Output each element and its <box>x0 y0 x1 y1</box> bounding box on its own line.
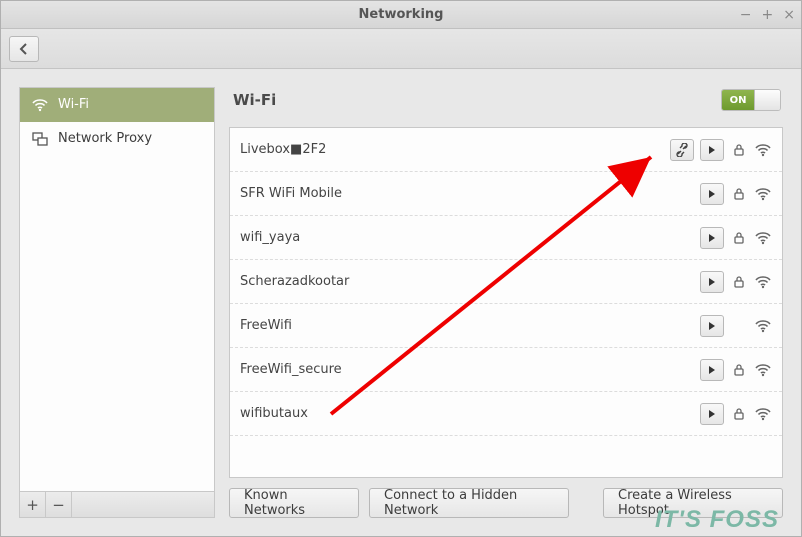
sidebar-item-proxy[interactable]: Network Proxy <box>20 122 214 156</box>
lock-icon <box>730 185 748 203</box>
toggle-on-label: ON <box>722 90 754 110</box>
close-icon[interactable]: × <box>783 7 795 23</box>
connect-button[interactable] <box>700 271 724 293</box>
network-name: FreeWifi <box>240 318 700 333</box>
connect-button[interactable] <box>700 227 724 249</box>
signal-icon <box>754 229 772 247</box>
wrench-icon <box>675 143 689 157</box>
sidebar-item-label: Network Proxy <box>58 131 152 146</box>
network-row[interactable]: SFR WiFi Mobile <box>230 172 782 216</box>
sidebar-item-label: Wi-Fi <box>58 97 89 112</box>
network-row[interactable]: FreeWifi <box>230 304 782 348</box>
signal-icon <box>754 317 772 335</box>
remove-button[interactable]: − <box>46 492 72 518</box>
wifi-icon <box>32 97 48 113</box>
network-name: Livebox■2F2 <box>240 142 670 157</box>
signal-icon <box>754 405 772 423</box>
play-icon <box>707 145 717 155</box>
play-icon <box>707 321 717 331</box>
network-row[interactable]: Livebox■2F2 <box>230 128 782 172</box>
lock-icon <box>730 405 748 423</box>
connect-button[interactable] <box>700 315 724 337</box>
connect-button[interactable] <box>700 139 724 161</box>
back-arrow-icon <box>17 42 31 56</box>
lock-icon <box>730 229 748 247</box>
play-icon <box>707 409 717 419</box>
proxy-icon <box>32 131 48 147</box>
toggle-knob <box>754 90 780 110</box>
back-button[interactable] <box>9 36 39 62</box>
network-row[interactable]: wifibutaux <box>230 392 782 436</box>
network-name: SFR WiFi Mobile <box>240 186 700 201</box>
network-name: wifibutaux <box>240 406 700 421</box>
signal-icon <box>754 273 772 291</box>
network-row[interactable]: wifi_yaya <box>230 216 782 260</box>
connect-button[interactable] <box>700 359 724 381</box>
play-icon <box>707 233 717 243</box>
signal-icon <box>754 185 772 203</box>
sidebar: Wi-Fi Network Proxy <box>19 87 215 492</box>
sidebar-item-wifi[interactable]: Wi-Fi <box>20 88 214 122</box>
known-networks-button[interactable]: Known Networks <box>229 488 359 518</box>
connect-hidden-button[interactable]: Connect to a Hidden Network <box>369 488 569 518</box>
network-row[interactable]: Scherazadkootar <box>230 260 782 304</box>
create-hotspot-button[interactable]: Create a Wireless Hotspot <box>603 488 783 518</box>
lock-icon <box>730 141 748 159</box>
panel-heading: Wi-Fi <box>233 91 276 109</box>
signal-icon <box>754 361 772 379</box>
minimize-icon[interactable]: − <box>740 7 752 23</box>
add-button[interactable]: + <box>20 492 46 518</box>
window-title: Networking <box>359 7 444 22</box>
signal-icon <box>754 141 772 159</box>
network-name: Scherazadkootar <box>240 274 700 289</box>
lock-icon <box>730 273 748 291</box>
network-row[interactable]: FreeWifi_secure <box>230 348 782 392</box>
play-icon <box>707 189 717 199</box>
sidebar-footer: + − <box>19 492 215 518</box>
network-name: FreeWifi_secure <box>240 362 700 377</box>
maximize-icon[interactable]: + <box>762 7 774 23</box>
titlebar: Networking − + × <box>1 1 801 29</box>
wifi-toggle[interactable]: ON <box>721 89 781 111</box>
connect-button[interactable] <box>700 403 724 425</box>
settings-button[interactable] <box>670 139 694 161</box>
network-list: Livebox■2F2 SFR WiFi Mobile wifi_yaya Scher… <box>229 127 783 478</box>
play-icon <box>707 365 717 375</box>
lock-icon <box>730 361 748 379</box>
network-name: wifi_yaya <box>240 230 700 245</box>
connect-button[interactable] <box>700 183 724 205</box>
toolbar <box>1 29 801 69</box>
play-icon <box>707 277 717 287</box>
